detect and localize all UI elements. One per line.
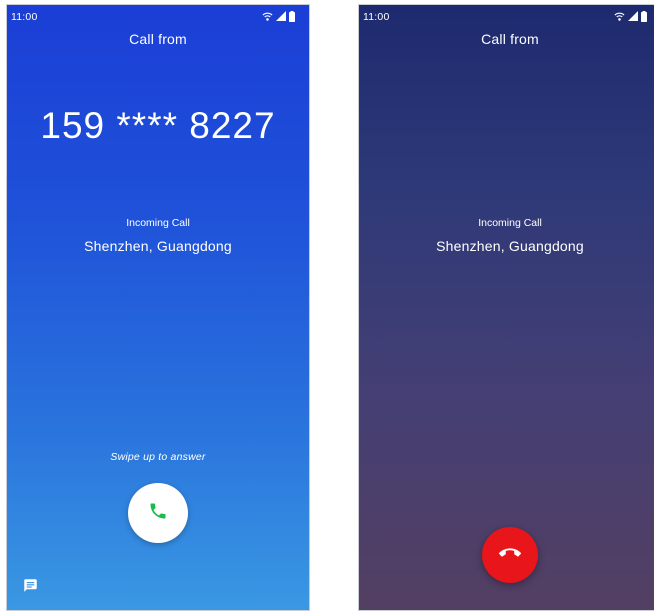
hang-up-icon	[499, 542, 521, 569]
status-bar: 11:00	[359, 5, 654, 27]
screenshot-canvas: 11:00 Call from 159 **** 8227 Incoming C…	[0, 0, 654, 611]
answer-call-button[interactable]	[128, 483, 188, 543]
call-status: Incoming Call	[126, 217, 190, 229]
call-from-label: Call from	[481, 31, 539, 47]
caller-location: Shenzhen, Guangdong	[436, 238, 584, 254]
swipe-up-hint: Swipe up to answer	[110, 451, 206, 463]
caller-number: 159 **** 8227	[40, 105, 276, 146]
battery-icon	[289, 10, 295, 22]
phone-icon	[148, 501, 168, 526]
status-icons	[614, 9, 647, 23]
incoming-call-screen-decline: 11:00 Call from Incoming Call Shenzhen, …	[358, 4, 654, 611]
message-icon	[23, 578, 38, 598]
battery-icon	[641, 10, 647, 22]
signal-icon	[628, 11, 638, 21]
wifi-icon	[614, 11, 625, 22]
wifi-icon	[262, 11, 273, 22]
status-time: 11:00	[363, 11, 390, 23]
incoming-call-screen-answer: 11:00 Call from 159 **** 8227 Incoming C…	[6, 4, 310, 611]
call-status: Incoming Call	[478, 217, 542, 229]
status-bar: 11:00	[7, 5, 309, 27]
call-from-label: Call from	[129, 31, 187, 47]
caller-location: Shenzhen, Guangdong	[84, 238, 232, 254]
status-icons	[262, 9, 295, 23]
status-time: 11:00	[11, 11, 38, 23]
quick-reply-button[interactable]	[21, 579, 39, 597]
decline-call-button[interactable]	[482, 527, 538, 583]
signal-icon	[276, 11, 286, 21]
